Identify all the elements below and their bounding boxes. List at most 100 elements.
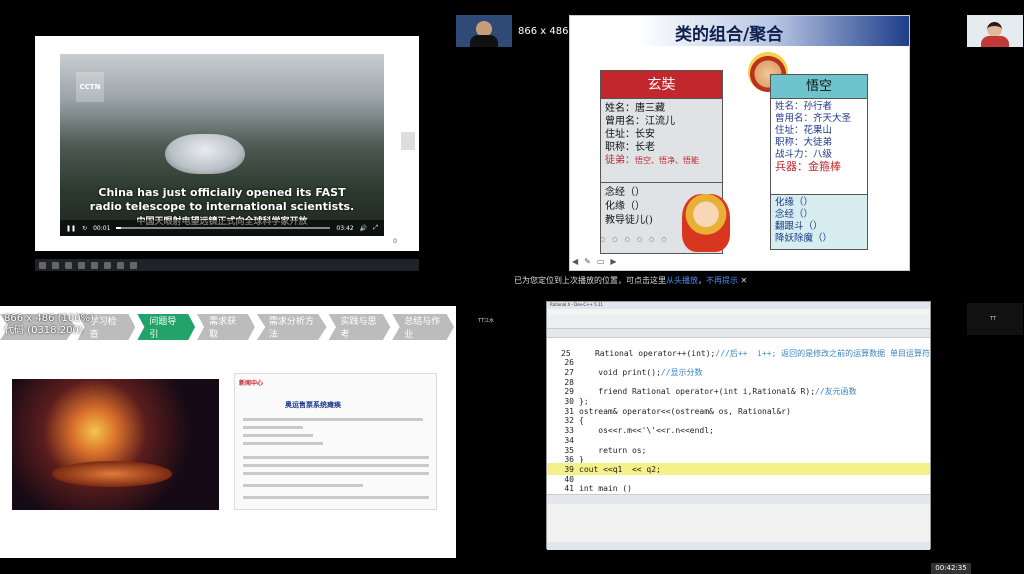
subtitle-line-2: radio telescope to international scienti… [89, 200, 355, 213]
share-overlay-label: 866 x 486 (100%) 代码 (0318.200) [4, 313, 94, 337]
ide-toolbar [547, 315, 930, 329]
attr-weapon: 兵器：金箍棒 [775, 160, 841, 173]
app-icon[interactable] [117, 261, 124, 269]
dot-icon[interactable]: ○ [625, 236, 630, 243]
screen-icon[interactable]: ▭ [597, 257, 605, 266]
participant-label: TT [990, 316, 997, 322]
resume-playback-bar: 已为您定位到上次播放的位置，可点击这里从头播放，不再提示 ✕ [514, 276, 748, 285]
attr: 住址：花果山 [775, 125, 833, 136]
search-icon[interactable] [52, 261, 59, 269]
uml-class-wukong: 悟空 姓名：孙行者 曾用名：齐天大圣 住址：花果山 职称：大徒弟 战斗力：八级 … [770, 74, 868, 250]
taskview-icon[interactable] [65, 261, 72, 269]
dot-icon[interactable]: ○ [649, 236, 654, 243]
method: 念经（） [775, 209, 814, 220]
volume-icon[interactable]: 🔊 [360, 225, 367, 232]
close-icon[interactable]: ✕ [741, 276, 748, 285]
webcam-tile-teacher[interactable] [456, 15, 512, 47]
prev-arrow-icon[interactable]: ◀ [572, 257, 578, 266]
class-name: 悟空 [771, 75, 867, 99]
method: 化缘（） [775, 197, 814, 208]
play-from-start-link[interactable]: 从头播放 [666, 276, 698, 285]
end-time: 03:42 [336, 224, 354, 232]
stadium-shape [52, 461, 172, 487]
nav-tab-requirement-gathering[interactable]: 需求获取 [197, 314, 255, 340]
code-text: int main () [579, 484, 632, 494]
disciples-label: 徒弟： [605, 155, 635, 166]
resume-text: 已为您定位到上次播放的位置，可点击这里 [514, 276, 666, 285]
replay-icon[interactable]: ↻ [82, 225, 87, 232]
dot-icon[interactable]: ○ [612, 236, 617, 243]
browser-icon[interactable] [91, 261, 98, 269]
next-arrow-icon[interactable]: ▶ [610, 257, 616, 266]
video-player[interactable]: CCTN China has just officially opened it… [60, 54, 384, 236]
output-tabs [547, 495, 930, 504]
progress-fill [116, 227, 121, 229]
news-screenshot-image: 新闻中心 奥运售票系统瘫痪 [234, 373, 437, 510]
attr: 曾用名：江流儿 [605, 116, 675, 127]
attr: 职称：大徒弟 [775, 137, 833, 148]
attr: 职称：长老 [605, 142, 655, 153]
current-time: 00:01 [93, 224, 111, 232]
slide-toolbar: ◀ ✎ ▭ ▶ [572, 257, 617, 266]
folder-icon[interactable] [78, 261, 85, 269]
slide-share-panel: 类的组合/聚合 玄奘 姓名：唐三藏 曾用名：江流儿 住址：长安 职称：长老 徒弟… [569, 15, 910, 271]
text-line [243, 434, 313, 437]
ide-file-tabs [547, 329, 930, 338]
attr: 姓名：唐三藏 [605, 103, 665, 114]
class-attributes: 姓名：唐三藏 曾用名：江流儿 住址：长安 职称：长老 徒弟：悟空、悟净、悟能 [601, 99, 722, 183]
person-body [981, 36, 1009, 47]
meeting-timer: 00:42:35 [931, 563, 971, 574]
slide-pager-dots: ○ ○ ○ ○ ○ ○ [600, 236, 667, 243]
attr: 曾用名：齐天大圣 [775, 113, 852, 124]
video-controls: ❚❚ ↻ 00:01 03:42 🔊 ⤢ [60, 220, 384, 236]
dot-icon[interactable]: ○ [600, 236, 605, 243]
text-line [243, 464, 429, 467]
slide-header: 类的组合/聚合 [570, 16, 909, 46]
news-headline: 奥运售票系统瘫痪 [285, 401, 341, 409]
telescope-image [165, 134, 245, 174]
subtitle-line-1: China has just officially opened its FAS… [98, 186, 346, 199]
video-share-panel: CCTN China has just officially opened it… [35, 36, 419, 251]
ide-title-bar: Rational.h - Dev-C++ 5.11 [547, 302, 930, 309]
fullscreen-icon[interactable]: ⤢ [373, 224, 378, 232]
fireworks-image [12, 379, 219, 510]
dot-icon[interactable]: ○ [637, 236, 642, 243]
app-icon[interactable] [130, 261, 137, 269]
pause-icon[interactable]: ❚❚ [66, 225, 76, 232]
attr: 姓名：孙行者 [775, 101, 833, 112]
ide-output-panel [547, 494, 930, 550]
start-icon[interactable] [39, 261, 46, 269]
channel-logo: CCTN [76, 72, 104, 102]
text-line [243, 484, 363, 487]
nav-tab-requirement-analysis[interactable]: 需求分析方法 [256, 314, 327, 340]
news-logo: 新闻中心 [239, 380, 264, 387]
attr-disciples: 徒弟：悟空、悟净、悟能 [605, 154, 718, 167]
line-number: 41 [564, 484, 574, 494]
class-name: 玄奘 [601, 71, 722, 99]
code-editor[interactable]: 25 Rational operator++(int);///后++ i++; … [547, 347, 930, 493]
code-line[interactable]: 41 int main () [547, 483, 930, 495]
pen-icon[interactable]: ✎ [584, 257, 591, 266]
person-body [470, 35, 498, 47]
nav-tab-question-guide[interactable]: 问题导引 [137, 314, 196, 340]
participant-label: TT江水 [478, 318, 495, 324]
nav-tab-practice[interactable]: 实践与思考 [328, 314, 391, 340]
overlay-line: 866 x 486 (100%) [4, 313, 95, 324]
class-attributes: 姓名：孙行者 曾用名：齐天大圣 住址：花果山 职称：大徒弟 战斗力：八级 兵器：… [771, 99, 867, 195]
app-icon[interactable] [104, 261, 111, 269]
method: 翻跟斗（） [775, 221, 823, 232]
course-slide-panel: 学习检查 问题导引 需求获取 需求分析方法 实践与思考 总结与作业 866 x … [0, 306, 456, 558]
tang-monk-image [682, 194, 730, 252]
class-methods: 化缘（） 念经（） 翻跟斗（） 降妖除魔（） [771, 195, 867, 249]
progress-bar[interactable] [116, 227, 331, 229]
next-page-button[interactable] [401, 132, 415, 150]
webcam-tile-participant[interactable] [967, 15, 1023, 47]
nav-tab-summary[interactable]: 总结与作业 [392, 314, 454, 340]
person-head [987, 22, 1002, 37]
text-line [243, 496, 429, 499]
text-line [243, 472, 429, 475]
slide-title: 类的组合/聚合 [675, 25, 784, 45]
ide-status-bar [547, 542, 930, 550]
dot-icon[interactable]: ○ [661, 236, 666, 243]
dont-show-again-link[interactable]: 不再提示 [706, 276, 738, 285]
